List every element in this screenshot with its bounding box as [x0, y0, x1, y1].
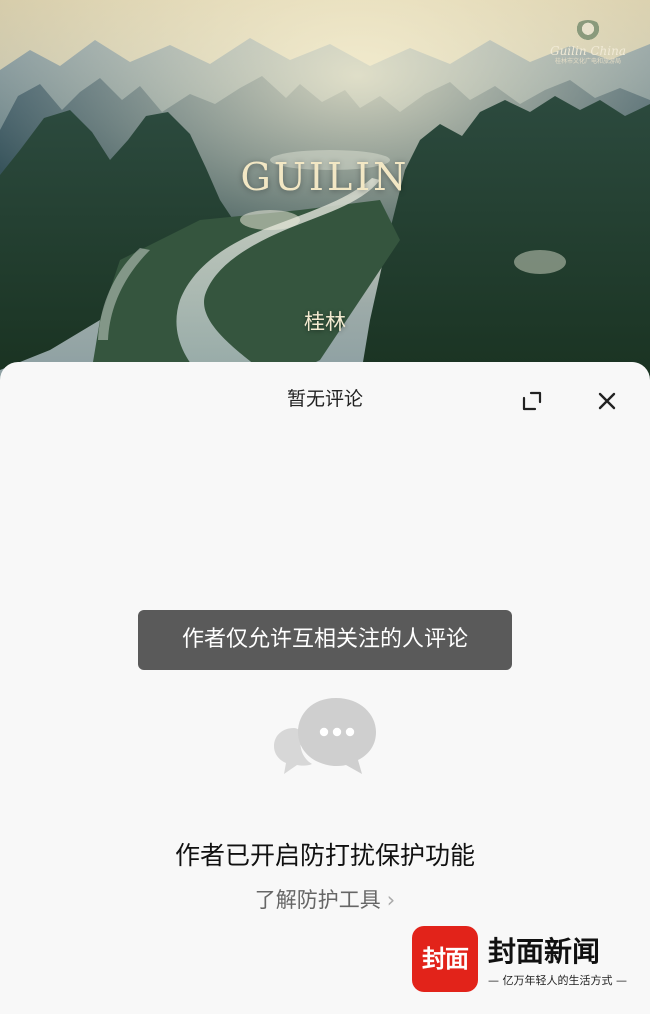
close-icon	[598, 392, 616, 410]
hero-title: GUILIN	[240, 155, 410, 199]
guilin-china-logo: Guilin China 桂林市文化广电和旅游局	[538, 20, 638, 76]
video-hero-image[interactable]: Guilin China 桂林市文化广电和旅游局 GUILIN 桂林	[0, 0, 650, 380]
link-label: 了解防护工具	[254, 888, 381, 912]
watermark-name: 封面新闻	[488, 935, 601, 968]
watermark-slogan: — 亿万年轻人的生活方式 —	[488, 974, 627, 987]
logo-emblem-icon	[573, 20, 603, 42]
hero-subtitle: 桂林	[304, 310, 346, 334]
learn-protection-tools-link[interactable]: 了解防护工具 ›	[0, 884, 650, 914]
logo-subtext: 桂林市文化广电和旅游局	[554, 58, 621, 65]
comment-bubbles-icon	[272, 694, 378, 778]
expand-icon	[522, 391, 542, 411]
logo-text: Guilin China	[549, 44, 626, 58]
comment-sheet: 暂无评论 作者仅允许互相关注的人评论 作者已开启防打扰保护功能 了解防护工具 ›	[0, 362, 650, 1014]
close-button[interactable]	[590, 384, 624, 418]
toast-message: 作者仅允许互相关注的人评论	[138, 610, 512, 670]
sheet-title: 暂无评论	[286, 388, 363, 410]
cover-news-watermark: 封面 封面新闻 — 亿万年轻人的生活方式 —	[412, 926, 632, 992]
chevron-right-icon: ›	[386, 888, 396, 912]
expand-button[interactable]	[515, 384, 549, 418]
protection-message: 作者已开启防打扰保护功能	[174, 841, 475, 870]
watermark-badge: 封面	[412, 926, 478, 992]
screen: Guilin China 桂林市文化广电和旅游局 GUILIN 桂林 暂无评论 …	[0, 0, 650, 1014]
